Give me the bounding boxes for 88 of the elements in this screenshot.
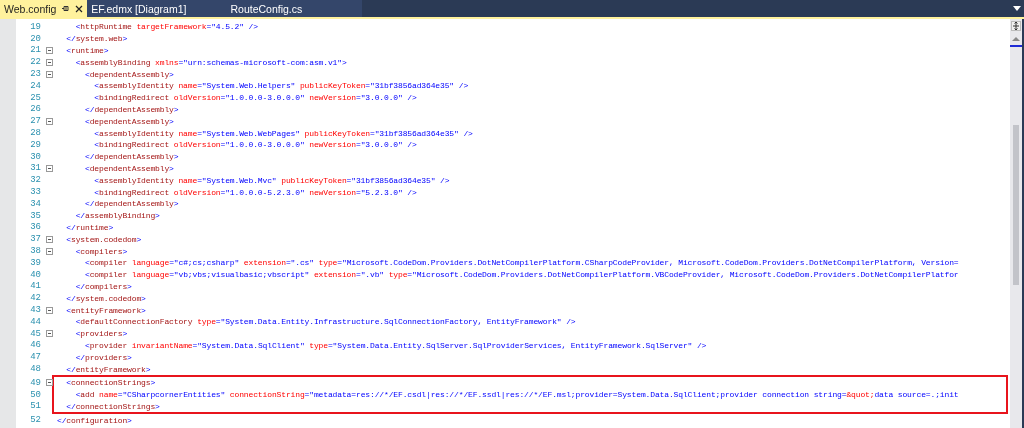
collapse-icon[interactable] (45, 164, 53, 172)
line-number: 34 (29, 198, 41, 209)
collapse-icon[interactable] (45, 58, 53, 66)
close-icon[interactable] (75, 4, 84, 13)
code-line: <httpRuntime targetFramework="4.5.2" /> (74, 22, 258, 32)
code-line: <connectionStrings> (65, 378, 156, 388)
code-line: </compilers> (74, 281, 132, 291)
file-tab[interactable]: EF.edmx [Diagram1] (87, 0, 227, 17)
code-line: </runtime> (65, 222, 114, 232)
line-number: 35 (29, 210, 41, 221)
line-number: 26 (29, 104, 41, 115)
line-number: 23 (29, 69, 41, 80)
code-line: <assemblyIdentity name="System.Web.Mvc" publicKeyToken="31bf3856ad364e35" /> (93, 175, 450, 185)
collapse-icon[interactable] (45, 235, 53, 243)
line-number: 33 (29, 187, 41, 198)
line-number: 47 (29, 352, 41, 363)
file-tab[interactable]: Web.config (0, 0, 88, 17)
line-number: 41 (29, 281, 41, 292)
collapse-icon[interactable] (45, 379, 53, 387)
collapse-icon[interactable] (45, 306, 53, 314)
code-line: </entityFramework> (65, 364, 151, 374)
line-number: 39 (29, 257, 41, 268)
code-line: </connectionStrings> (65, 401, 160, 411)
line-number: 21 (29, 45, 41, 56)
line-number: 52 (29, 415, 41, 426)
line-number: 28 (29, 128, 41, 139)
line-number: 22 (29, 57, 41, 68)
line-number: 40 (29, 269, 41, 280)
code-line: <add name="CSharpcornerEntities" connectionString="metadata=res://*/EF.csdl|res://*/EF.ssdl|res://*/EF.msl;provider=System.Data.SqlClient;provider connection string=&quot;data source=.;init (74, 390, 959, 400)
scroll-thumb[interactable] (1013, 125, 1019, 285)
code-line: <dependentAssembly> (84, 116, 174, 126)
code-line: <compilers> (74, 246, 128, 256)
code-line: <providers> (74, 329, 128, 339)
pin-icon[interactable] (61, 4, 71, 13)
code-line: <dependentAssembly> (84, 163, 174, 173)
code-line: <assemblyBinding xmlns="urn:schemas-microsoft-com:asm.v1"> (74, 57, 347, 67)
code-line: </system.web> (65, 34, 128, 44)
collapse-icon[interactable] (45, 47, 53, 54)
line-number: 36 (29, 222, 41, 233)
line-number: 42 (29, 293, 41, 304)
line-number: 45 (29, 328, 41, 339)
line-number: 19 (29, 21, 41, 32)
line-number: 25 (29, 92, 41, 103)
code-line: <assemblyIdentity name="System.Web.Helpers" publicKeyToken="31bf3856ad364e35" /> (93, 81, 469, 91)
line-number: 37 (29, 234, 41, 245)
code-line: </dependentAssembly> (84, 152, 179, 162)
dropdown-arrow-icon[interactable] (1013, 6, 1021, 11)
code-line: <entityFramework> (65, 305, 146, 315)
code-line: </dependentAssembly> (84, 104, 179, 114)
collapse-icon[interactable] (45, 247, 53, 255)
code-line: </providers> (74, 352, 132, 362)
code-line: <bindingRedirect oldVersion="1.0.0.0-3.0.0.0" newVersion="3.0.0.0" /> (93, 140, 417, 150)
line-number: 50 (29, 389, 41, 400)
split-icon[interactable] (1011, 21, 1021, 31)
code-line: <defaultConnectionFactory type="System.Data.Entity.Infrastructure.SqlConnectionFactory, EntityFramework" /> (74, 317, 576, 327)
collapse-icon[interactable] (45, 330, 53, 338)
code-line: </assemblyBinding> (74, 211, 160, 221)
code-line: <bindingRedirect oldVersion="1.0.0.0-3.0.0.0" newVersion="3.0.0.0" /> (93, 93, 417, 103)
line-number: 49 (29, 377, 41, 388)
line-number: 27 (29, 116, 41, 127)
code-line: <dependentAssembly> (84, 69, 174, 79)
line-number: 51 (29, 401, 41, 412)
line-number: 38 (29, 246, 41, 257)
line-number: 31 (29, 163, 41, 174)
line-number: 24 (29, 80, 41, 91)
scroll-up-icon[interactable] (1012, 36, 1020, 41)
code-line: <compiler language="vb;vbs;visualbasic;vbscript" extension=".vb" type="Microsoft.CodeDom.Providers.DotNetCompilerPlatform.VBCodeProvider, Microsoft.CodeDom.Providers.DotNetCompilerPlatfor (84, 270, 959, 280)
collapse-icon[interactable] (45, 70, 53, 78)
line-number: 29 (29, 139, 41, 150)
code-line: <compiler language="c#;cs;csharp" extension=".cs" type="Microsoft.CodeDom.Providers.DotNetCompilerPlatform.CSharpCodeProvider, Microsoft.CodeDom.Providers.DotNetCompilerPlatform, Version= (84, 258, 959, 268)
code-line: <bindingRedirect oldVersion="1.0.0.0-5.2.3.0" newVersion="5.2.3.0" /> (93, 187, 417, 197)
collapse-icon[interactable] (45, 117, 53, 125)
code-line: <provider invariantName="System.Data.SqlClient" type="System.Data.Entity.SqlServer.SqlProviderServices, EntityFramework.SqlServer" /> (84, 340, 707, 350)
line-number: 46 (29, 340, 41, 351)
code-line: <assemblyIdentity name="System.Web.WebPages" publicKeyToken="31bf3856ad364e35" /> (93, 128, 473, 138)
line-number: 48 (29, 364, 41, 374)
code-line: <system.codedom> (65, 234, 142, 244)
code-line: <runtime> (65, 46, 109, 55)
line-number: 30 (29, 151, 41, 162)
code-line: </system.codedom> (65, 293, 146, 303)
code-line: </dependentAssembly> (84, 199, 179, 209)
line-number: 32 (29, 175, 41, 186)
scrollbar[interactable] (1010, 19, 1022, 428)
line-number: 20 (29, 33, 41, 44)
line-number: 44 (29, 316, 41, 327)
line-number: 43 (29, 305, 41, 315)
code-line: </configuration> (57, 415, 132, 425)
file-tab[interactable]: RouteConfig.cs (226, 0, 363, 17)
